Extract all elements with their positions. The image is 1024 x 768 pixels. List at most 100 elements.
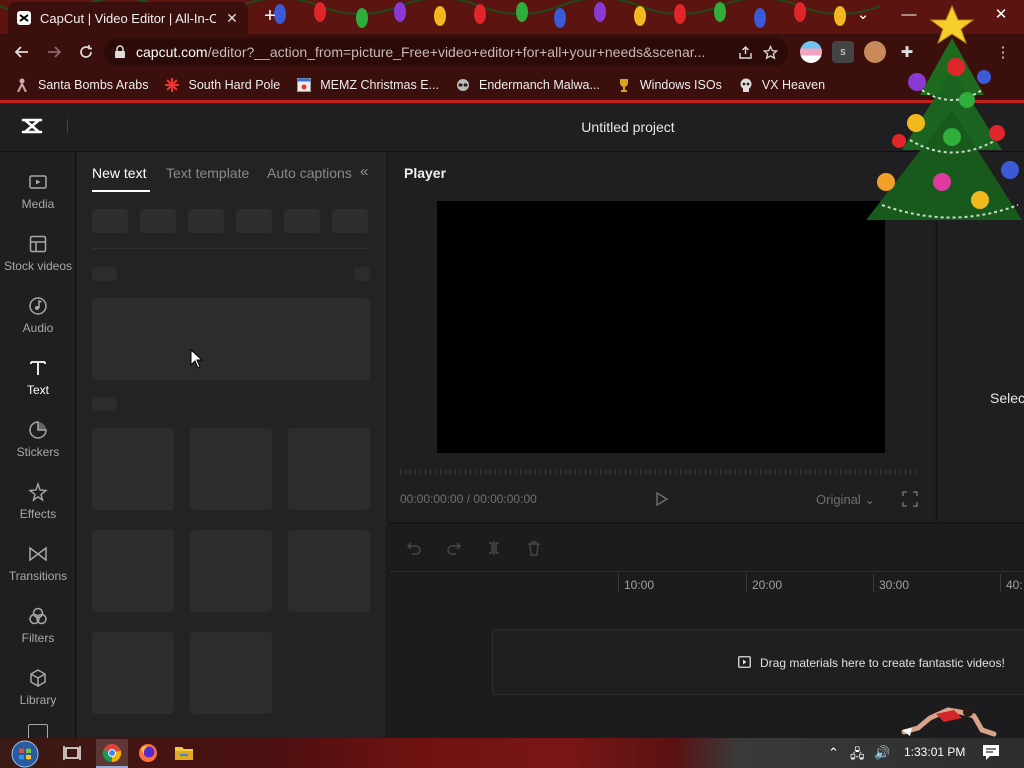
forward-arrow-icon	[48, 46, 62, 58]
effects-icon	[28, 481, 48, 502]
loading-text-style-card[interactable]	[190, 632, 272, 714]
project-title[interactable]: Untitled project	[480, 119, 776, 135]
windows-start-orb-icon	[11, 740, 39, 767]
christmas-tree-decoration	[866, 4, 1022, 220]
sidebar-item-media[interactable]: Media	[0, 162, 76, 220]
loading-default-text-card[interactable]	[92, 298, 370, 380]
undo-icon[interactable]	[406, 540, 422, 556]
sidebar-item-stock-videos[interactable]: Stock videos	[0, 224, 76, 282]
browser-tab-capcut[interactable]: CapCut | Video Editor | All-In-One ✕	[8, 2, 248, 34]
taskbar-explorer-button[interactable]	[172, 741, 196, 765]
delete-icon[interactable]	[526, 540, 542, 556]
flag-extension-icon[interactable]	[800, 41, 822, 63]
figure-icon	[14, 77, 30, 93]
text-icon	[30, 360, 46, 375]
skull-icon	[738, 77, 754, 93]
share-icon[interactable]	[738, 45, 753, 60]
collapse-panel-icon[interactable]: «	[360, 163, 368, 180]
fullscreen-icon[interactable]	[902, 491, 918, 507]
sidebar-item-audio[interactable]: Audio	[0, 286, 76, 344]
mouse-cursor-icon	[190, 349, 204, 369]
bookmark-south-hard-pole[interactable]: South Hard Pole	[164, 77, 280, 93]
tray-overflow-chevron-icon[interactable]: ⌃	[828, 745, 839, 761]
transitions-icon	[29, 546, 47, 561]
tab-close-icon[interactable]: ✕	[224, 10, 240, 27]
url-text: capcut.com/editor?__action_from=picture_…	[136, 44, 706, 60]
player-timecode: 00:00:00:00 / 00:00:00:00	[400, 492, 537, 506]
loading-text-style-card[interactable]	[190, 428, 272, 510]
loading-text-style-card[interactable]	[92, 632, 174, 714]
network-icon[interactable]: 🖧	[850, 745, 865, 767]
runner-sprite-decoration	[901, 707, 997, 737]
stock-videos-icon	[29, 235, 47, 252]
forward-button[interactable]	[38, 36, 70, 68]
bookmark-windows-isos[interactable]: Windows ISOs	[616, 77, 722, 93]
loading-heading-placeholder	[92, 397, 117, 411]
properties-empty-label: Selec	[990, 390, 1024, 406]
taskbar-firefox-button[interactable]	[136, 741, 160, 765]
video-canvas[interactable]	[437, 201, 885, 453]
aspect-ratio-select[interactable]: Original ⌄	[816, 492, 875, 508]
raccoon-icon	[455, 77, 471, 93]
ruler-label: 30:00	[879, 578, 910, 592]
sidebar-item-transitions[interactable]: Transitions	[0, 534, 76, 592]
lock-icon[interactable]	[114, 45, 126, 59]
back-button[interactable]	[6, 36, 38, 68]
loading-text-style-card[interactable]	[190, 530, 272, 612]
snowflake-icon	[164, 77, 180, 93]
start-button[interactable]	[10, 739, 40, 768]
task-view-button[interactable]	[60, 741, 84, 765]
loading-text-style-card[interactable]	[92, 428, 174, 510]
capcut-favicon-icon	[16, 10, 32, 26]
loading-category-chip	[92, 209, 128, 233]
sidebar-item-text[interactable]: Text	[0, 348, 76, 406]
volume-icon[interactable]: 🔊	[874, 745, 890, 761]
player-scrub-bar[interactable]	[400, 468, 918, 476]
tool-sidebar: Media Stock videos Audio Text Stickers E…	[0, 152, 76, 738]
folder-icon	[175, 747, 193, 760]
tab-auto-captions[interactable]: Auto captions	[267, 165, 352, 181]
chrome-icon	[102, 744, 122, 763]
bookmark-star-icon[interactable]	[763, 44, 778, 60]
sidebar-item-stickers[interactable]: Stickers	[0, 410, 76, 468]
tab-new-text[interactable]: New text	[92, 165, 146, 181]
taskbar-chrome-button[interactable]	[100, 741, 124, 765]
reload-icon	[80, 45, 92, 58]
loading-text-style-card[interactable]	[288, 428, 370, 510]
bookmark-santa-bombs-arabs[interactable]: Santa Bombs Arabs	[14, 77, 148, 93]
tab-text-template[interactable]: Text template	[166, 165, 249, 181]
loading-icon-placeholder	[354, 267, 370, 281]
more-tools-icon[interactable]	[28, 724, 48, 738]
redo-icon[interactable]	[446, 540, 462, 556]
play-icon[interactable]	[653, 491, 669, 507]
capcut-logo-icon[interactable]	[20, 114, 44, 138]
sidebar-item-library[interactable]: Library	[0, 658, 76, 716]
ruler-label: 20:00	[752, 578, 783, 592]
window-icon	[296, 77, 312, 93]
ruler-label: 10:00	[624, 578, 655, 592]
action-center-notification-icon[interactable]	[982, 744, 1000, 761]
loading-category-chip	[140, 209, 176, 233]
split-icon[interactable]	[486, 540, 502, 556]
loading-text-style-card[interactable]	[92, 530, 174, 612]
active-tab-indicator	[92, 190, 150, 192]
filters-icon	[29, 607, 47, 624]
sidebar-item-effects[interactable]: Effects	[0, 472, 76, 530]
profile-s-extension-icon[interactable]: s	[832, 41, 854, 63]
bookmark-endermanch-malware[interactable]: Endermanch Malwa...	[455, 77, 600, 93]
loading-category-chip	[332, 209, 368, 233]
firefox-icon	[139, 744, 157, 762]
bookmark-memz-christmas[interactable]: MEMZ Christmas E...	[296, 77, 439, 93]
reload-button[interactable]	[70, 36, 102, 68]
library-icon	[30, 668, 46, 687]
new-tab-button[interactable]: +	[258, 5, 282, 29]
media-icon	[29, 174, 47, 189]
sidebar-item-filters[interactable]: Filters	[0, 596, 76, 654]
taskbar-clock[interactable]: 1:33:01 PM	[904, 745, 965, 759]
loading-text-style-card[interactable]	[288, 530, 370, 612]
drop-hint-text: Drag materials here to create fantastic …	[760, 656, 1005, 670]
bookmark-vx-heaven[interactable]: VX Heaven	[738, 77, 825, 93]
panel-divider	[92, 248, 369, 249]
tab-title: CapCut | Video Editor | All-In-One	[40, 10, 216, 26]
address-bar[interactable]: capcut.com/editor?__action_from=picture_…	[104, 38, 788, 66]
